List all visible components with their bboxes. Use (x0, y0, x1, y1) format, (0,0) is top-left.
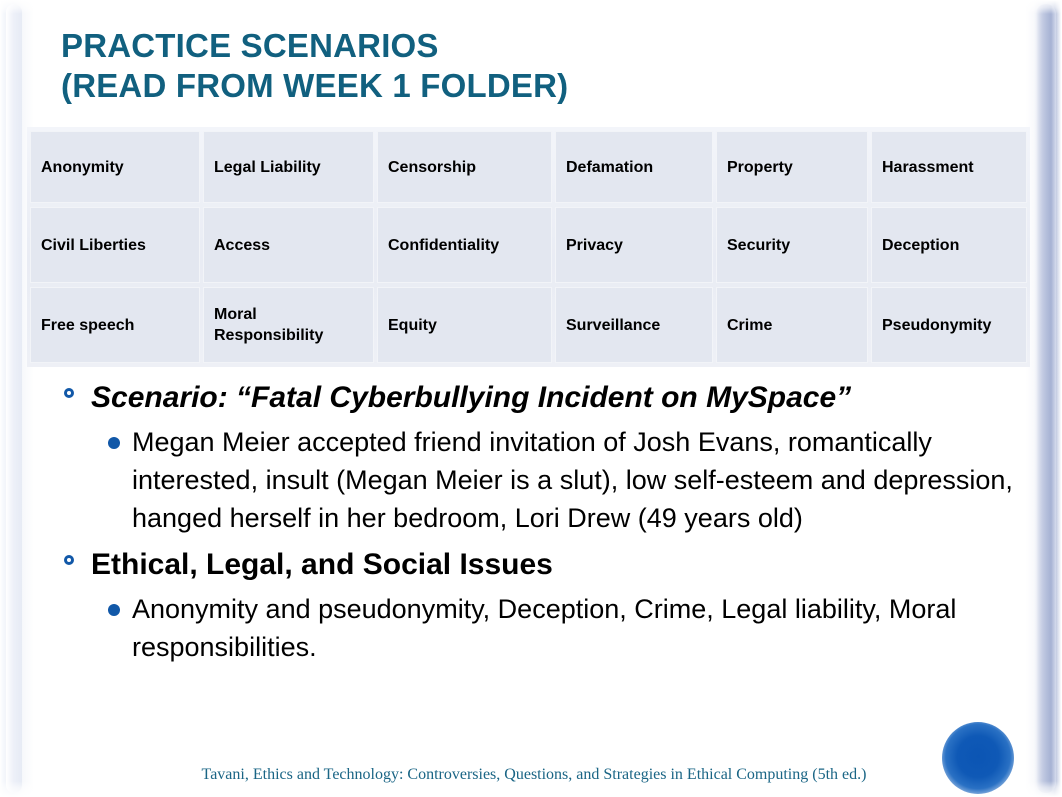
table-cell: Civil Liberties (30, 207, 200, 283)
slide-title: Practice Scenarios (read from Week 1 fol… (61, 26, 1001, 106)
table-cell: Pseudonymity (871, 287, 1027, 363)
table-cell: Privacy (555, 207, 713, 283)
slide-frame-right-inner (1036, 4, 1056, 793)
slide-frame-left-inner (6, 4, 22, 793)
sub-bullet-issues-list-text: Anonymity and pseudonymity, Deception, C… (132, 594, 957, 662)
bullet-issues-text: Ethical, Legal, and Social Issues (91, 548, 553, 581)
sub-bullet-issues-list: Anonymity and pseudonymity, Deception, C… (96, 590, 1013, 666)
table-cell: Anonymity (30, 131, 200, 203)
slide-canvas: Practice Scenarios (read from Week 1 fol… (0, 0, 1062, 797)
filled-circle-bullet-icon (108, 604, 120, 616)
sub-bullet-megan-meier-text: Megan Meier accepted friend invitation o… (132, 427, 1013, 533)
table-row: Free speech Moral Responsibility Equity … (30, 287, 1027, 363)
footer-citation: Tavani, Ethics and Technology: Controver… (0, 766, 1062, 784)
table-cell: Surveillance (555, 287, 713, 363)
slide-title-line-1: Practice Scenarios (61, 27, 439, 64)
table-cell: Legal Liability (203, 131, 374, 203)
table-cell: Free speech (30, 287, 200, 363)
table-cell: Censorship (377, 131, 552, 203)
table-cell: Access (203, 207, 374, 283)
hollow-circle-bullet-icon (64, 555, 74, 565)
table-cell: Moral Responsibility (203, 287, 374, 363)
sub-bullet-megan-meier: Megan Meier accepted friend invitation o… (96, 423, 1013, 537)
slide-frame-right (1026, 0, 1062, 797)
table-cell: Confidentiality (377, 207, 552, 283)
footer-citation-text: Tavani, Ethics and Technology: Controver… (201, 766, 867, 783)
hollow-circle-bullet-icon (64, 388, 74, 398)
table-cell: Defamation (555, 131, 713, 203)
slide-frame-top (0, 0, 1062, 14)
table-cell: Security (716, 207, 868, 283)
slide-body: Scenario: “Fatal Cyberbullying Incident … (58, 376, 1013, 672)
bullet-list-level-2-issues: Anonymity and pseudonymity, Deception, C… (58, 590, 1013, 666)
bullet-list-level-1-issues: Ethical, Legal, and Social Issues (58, 543, 1013, 586)
table-row: Anonymity Legal Liability Censorship Def… (30, 131, 1027, 203)
bullet-scenario-text: Scenario: “Fatal Cyberbullying Incident … (91, 381, 852, 414)
table-cell: Deception (871, 207, 1027, 283)
concepts-table: Anonymity Legal Liability Censorship Def… (27, 127, 1030, 367)
bullet-issues: Ethical, Legal, and Social Issues (58, 543, 1013, 586)
table-cell: Equity (377, 287, 552, 363)
table-row: Civil Liberties Access Confidentiality P… (30, 207, 1027, 283)
table-cell: Harassment (871, 131, 1027, 203)
table-cell: Property (716, 131, 868, 203)
bullet-scenario: Scenario: “Fatal Cyberbullying Incident … (58, 376, 1013, 419)
filled-circle-bullet-icon (108, 437, 120, 449)
bullet-list-level-2-scenario: Megan Meier accepted friend invitation o… (58, 423, 1013, 537)
table-cell: Crime (716, 287, 868, 363)
slide-frame-left (0, 0, 34, 797)
bullet-list-level-1: Scenario: “Fatal Cyberbullying Incident … (58, 376, 1013, 419)
slide-title-line-2: (read from Week 1 folder) (61, 67, 569, 104)
